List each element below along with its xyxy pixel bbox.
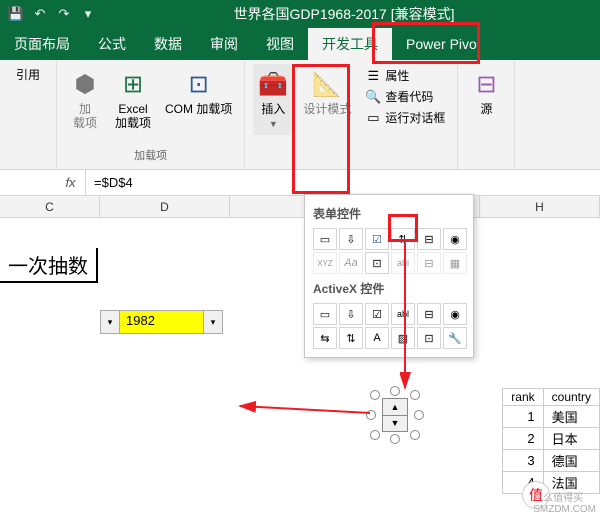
activex-controls-grid: ▭ ⇩ ☑ abl ⊟ ◉ ⇆ ⇅ A ▨ ⊡ 🔧: [311, 301, 467, 351]
ax-label-icon[interactable]: A: [365, 327, 389, 349]
spin-down-icon[interactable]: ▼: [383, 416, 407, 432]
group-controls: 🧰 插入▼ 📐 设计模式 ☰属性 🔍查看代码 ▭运行对话框: [245, 60, 458, 169]
year-spinner-up-icon[interactable]: ▾: [204, 311, 222, 333]
tab-formulas[interactable]: 公式: [84, 28, 140, 60]
excel-addins-icon: ⊞: [117, 68, 149, 100]
ax-image-icon[interactable]: ▨: [391, 327, 415, 349]
table-row: 1美国: [503, 406, 600, 428]
quick-access-toolbar: 💾 ↶ ↷ ▾: [8, 6, 96, 22]
col-d[interactable]: D: [100, 196, 230, 217]
run-dialog-button[interactable]: ▭运行对话框: [363, 108, 447, 127]
qat-dropdown-icon[interactable]: ▾: [80, 6, 96, 22]
save-icon[interactable]: 💾: [8, 6, 24, 22]
tab-data[interactable]: 数据: [140, 28, 196, 60]
ax-checkbox-icon[interactable]: ☑: [365, 303, 389, 325]
form-frame-icon[interactable]: ▦: [443, 252, 467, 274]
title-bar: 💾 ↶ ↷ ▾ 世界各国GDP1968-2017 [兼容模式]: [0, 0, 600, 28]
form-controls-grid: ▭ ⇩ ☑ ⇅ ⊟ ◉ XYZ Aa ⊡ abl ⊟ ▦: [311, 226, 467, 276]
table-row: 2日本: [503, 428, 600, 450]
watermark-text: 什么值得买 SMZDM.COM: [533, 489, 596, 515]
ax-button-icon[interactable]: ▭: [313, 303, 337, 325]
ribbon-tabs: 页面布局 公式 数据 审阅 视图 开发工具 Power Pivo: [0, 28, 600, 60]
group-label-addins: 加载项: [134, 147, 167, 165]
rank-header: rank: [503, 389, 543, 406]
form-scroll-icon[interactable]: ⊟: [417, 252, 441, 274]
form-edit-icon[interactable]: abl: [391, 252, 415, 274]
tab-review[interactable]: 审阅: [196, 28, 252, 60]
design-mode-icon: 📐: [311, 68, 343, 100]
table-row: 3德国: [503, 450, 600, 472]
design-mode-button[interactable]: 📐 设计模式: [299, 64, 355, 120]
col-h[interactable]: H: [480, 196, 600, 217]
form-listbox-icon[interactable]: ⊟: [417, 228, 441, 250]
com-addins-icon: ⊡: [183, 68, 215, 100]
ax-spinner-icon[interactable]: ⇅: [339, 327, 363, 349]
source-icon: ⊟: [470, 68, 502, 100]
ax-more-icon[interactable]: 🔧: [443, 327, 467, 349]
fx-label[interactable]: fx: [56, 170, 86, 195]
window-title: 世界各国GDP1968-2017 [兼容模式]: [96, 4, 592, 24]
form-radio-icon[interactable]: ◉: [443, 228, 467, 250]
form-checkbox-icon[interactable]: ☑: [365, 228, 389, 250]
tab-page-layout[interactable]: 页面布局: [0, 28, 84, 60]
ax-toggle-icon[interactable]: ⊡: [417, 327, 441, 349]
view-code-button[interactable]: 🔍查看代码: [363, 87, 447, 106]
ax-combo-icon[interactable]: ⇩: [339, 303, 363, 325]
tab-developer[interactable]: 开发工具: [308, 28, 392, 60]
com-addins-button[interactable]: ⊡ COM 加载项: [161, 64, 236, 120]
run-dialog-icon: ▭: [365, 110, 381, 126]
addins-button[interactable]: ⬢ 加 载项: [65, 64, 105, 134]
year-spinner[interactable]: ▾ 1982 ▾: [100, 310, 223, 334]
view-code-icon: 🔍: [365, 89, 381, 105]
activex-controls-header: ActiveX 控件: [311, 276, 467, 301]
group-references: 引用: [0, 60, 57, 169]
col-c[interactable]: C: [0, 196, 100, 217]
spin-control-selected[interactable]: ▲ ▼: [370, 390, 420, 440]
country-header: country: [543, 389, 599, 406]
references-button[interactable]: 引用: [8, 64, 48, 86]
undo-icon[interactable]: ↶: [32, 6, 48, 22]
properties-icon: ☰: [365, 68, 381, 84]
ax-radio-icon[interactable]: ◉: [443, 303, 467, 325]
rank-table: rankcountry 1美国 2日本 3德国 4法国: [502, 388, 600, 494]
tab-view[interactable]: 视图: [252, 28, 308, 60]
insert-controls-popup: 表单控件 ▭ ⇩ ☑ ⇅ ⊟ ◉ XYZ Aa ⊡ abl ⊟ ▦ Active…: [304, 194, 474, 358]
ax-scroll-icon[interactable]: ⇆: [313, 327, 337, 349]
redo-icon[interactable]: ↷: [56, 6, 72, 22]
form-button-icon[interactable]: ▭: [313, 228, 337, 250]
tab-power-pivot[interactable]: Power Pivo: [392, 28, 491, 60]
year-spinner-down-icon[interactable]: ▾: [101, 311, 119, 333]
form-spinner-icon[interactable]: ⇅: [391, 228, 415, 250]
form-text-icon[interactable]: Aa: [339, 252, 363, 274]
ax-listbox-icon[interactable]: ⊟: [417, 303, 441, 325]
source-button[interactable]: ⊟ 源: [466, 64, 506, 120]
form-combo-icon[interactable]: ⇩: [339, 228, 363, 250]
chevron-down-icon: ▼: [269, 119, 278, 129]
year-value-cell[interactable]: 1982: [119, 311, 204, 333]
form-label-icon[interactable]: XYZ: [313, 252, 337, 274]
column-headers: C D H: [0, 196, 600, 218]
addins-icon: ⬢: [69, 68, 101, 100]
formula-input[interactable]: [86, 170, 600, 195]
properties-button[interactable]: ☰属性: [363, 66, 447, 85]
form-group-icon[interactable]: ⊡: [365, 252, 389, 274]
toolbox-icon: 🧰: [257, 68, 289, 100]
insert-control-button[interactable]: 🧰 插入▼: [253, 64, 293, 135]
group-xml: ⊟ 源: [458, 60, 515, 169]
spin-up-icon[interactable]: ▲: [383, 399, 407, 416]
formula-bar: fx: [0, 170, 600, 196]
form-controls-header: 表单控件: [311, 201, 467, 226]
ribbon: 引用 ⬢ 加 载项 ⊞ Excel 加载项 ⊡ COM 加载项 加载项 🧰 插入…: [0, 60, 600, 170]
excel-addins-button[interactable]: ⊞ Excel 加载项: [111, 64, 155, 134]
cell-once-label: 一次抽数: [0, 248, 98, 283]
group-addins: ⬢ 加 载项 ⊞ Excel 加载项 ⊡ COM 加载项 加载项: [57, 60, 245, 169]
ax-text-icon[interactable]: abl: [391, 303, 415, 325]
